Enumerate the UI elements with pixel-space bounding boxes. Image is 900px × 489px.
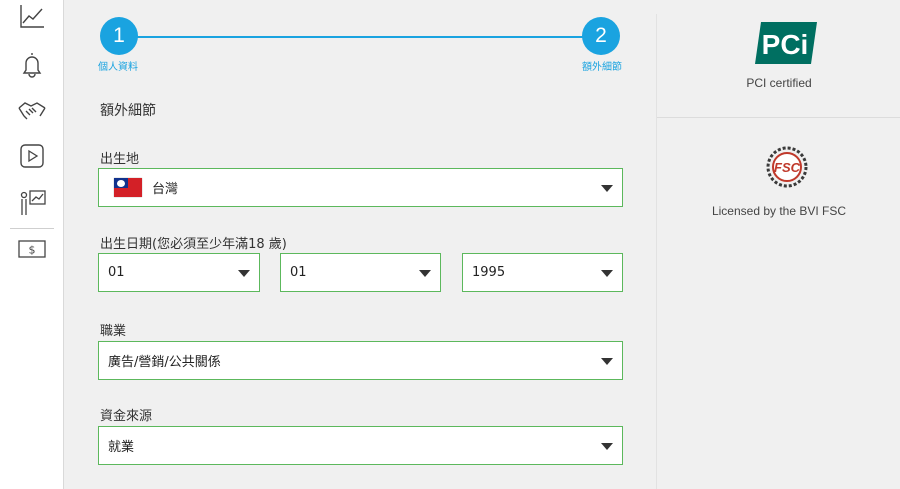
section-title: 額外細節 (100, 103, 156, 119)
panel-divider (657, 117, 900, 118)
svg-text:$: $ (29, 244, 36, 257)
birthplace-label: 出生地 (100, 152, 140, 167)
dob-day-value: 01 (108, 265, 125, 280)
main-form-area: 1 2 個人資料 額外細節 額外細節 出生地 台灣 出生日期(您必須至少年滿18… (74, 0, 656, 489)
chart-line-icon[interactable] (16, 0, 48, 32)
occupation-label: 職業 (100, 324, 127, 339)
stepper-line (118, 36, 602, 38)
bvi-fsc-license-text: Licensed by the BVI FSC (711, 204, 847, 218)
presenter-chart-icon[interactable] (16, 186, 48, 218)
fsc-seal-text: FSC (774, 160, 801, 175)
pci-logo: PCi (755, 22, 817, 64)
dob-day-select[interactable]: 01 (98, 253, 260, 292)
chevron-down-icon (601, 185, 613, 192)
rail-divider (10, 228, 54, 229)
progress-stepper: 1 2 個人資料 額外細節 (98, 16, 622, 74)
chevron-down-icon (601, 270, 613, 277)
step-1-circle[interactable]: 1 (100, 17, 138, 55)
step-2-circle[interactable]: 2 (582, 17, 620, 55)
birthplace-value: 台灣 (152, 182, 179, 197)
dob-year-select[interactable]: 1995 (462, 253, 623, 292)
dollar-bill-icon[interactable]: $ (16, 233, 48, 265)
bell-icon[interactable] (16, 48, 48, 80)
chevron-down-icon (419, 270, 431, 277)
dob-month-value: 01 (290, 265, 307, 280)
source-of-funds-value: 就業 (108, 440, 135, 455)
pci-logo-text: PCi (762, 29, 809, 60)
source-of-funds-select[interactable]: 就業 (98, 426, 623, 465)
bvi-fsc-seal: FSC (766, 146, 808, 188)
step-1-label[interactable]: 個人資料 (98, 58, 138, 73)
pci-certified-text: PCI certified (746, 76, 812, 90)
occupation-value: 廣告/營銷/公共關係 (108, 355, 221, 370)
occupation-select[interactable]: 廣告/營銷/公共關係 (98, 341, 623, 380)
chevron-down-icon (601, 443, 613, 450)
chevron-down-icon (601, 358, 613, 365)
side-nav-rail: $ (0, 0, 64, 489)
taiwan-flag-icon (114, 178, 142, 197)
handshake-icon[interactable] (16, 94, 48, 126)
trust-badges-panel: PCi PCI certified FSC Licensed by the BV… (656, 14, 900, 489)
dob-year-value: 1995 (472, 265, 506, 280)
birthplace-select[interactable]: 台灣 (98, 168, 623, 207)
play-icon[interactable] (16, 140, 48, 172)
source-of-funds-label: 資金來源 (100, 409, 153, 424)
dob-month-select[interactable]: 01 (280, 253, 441, 292)
chevron-down-icon (238, 270, 250, 277)
dob-label: 出生日期(您必須至少年滿18 歲) (100, 237, 287, 252)
step-2-label[interactable]: 額外細節 (582, 58, 622, 73)
